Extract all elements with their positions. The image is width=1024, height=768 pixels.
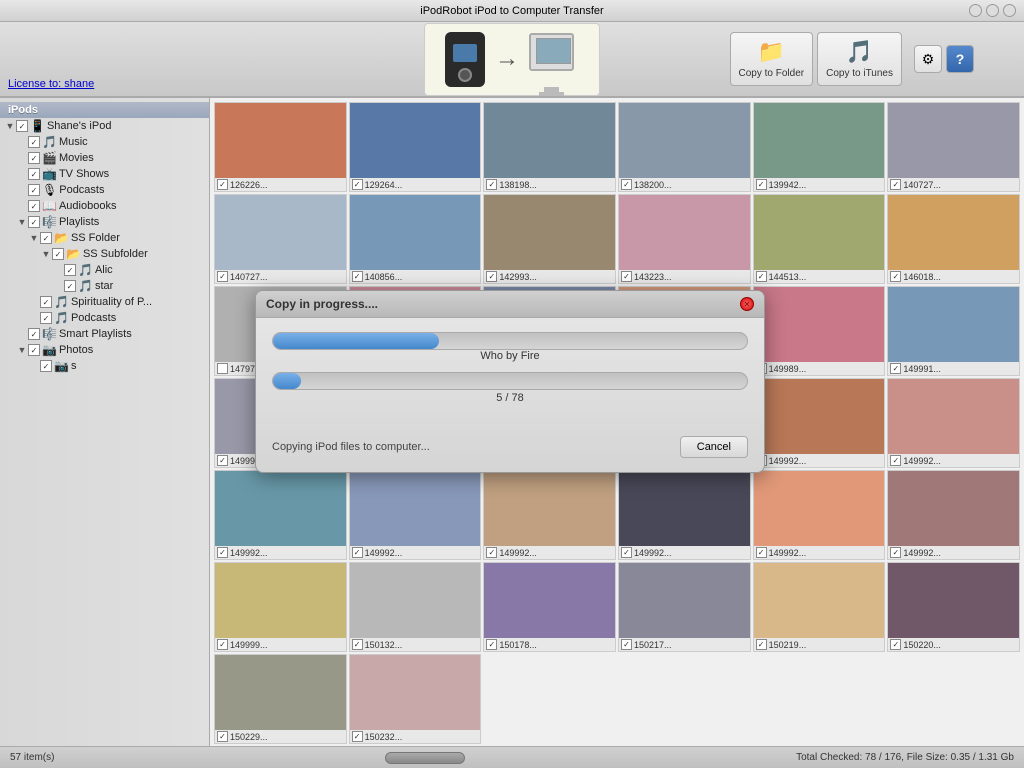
copy-progress-dialog: Copy in progress.... ✕ Who by Fire 5 / 7… <box>255 290 765 473</box>
modal-title: Copy in progress.... <box>266 297 378 311</box>
modal-overlay: Copy in progress.... ✕ Who by Fire 5 / 7… <box>0 0 1024 768</box>
cancel-button[interactable]: Cancel <box>680 436 748 458</box>
modal-title-bar: Copy in progress.... ✕ <box>256 291 764 318</box>
progress-count: 5 / 78 <box>272 392 748 404</box>
file-progress-track <box>272 332 748 350</box>
modal-footer: Copying iPod files to computer... Cancel <box>256 428 764 472</box>
total-progress-row: 5 / 78 <box>272 372 748 404</box>
total-progress-fill <box>273 373 301 389</box>
file-progress-row: Who by Fire <box>272 332 748 362</box>
copy-status-text: Copying iPod files to computer... <box>272 441 430 453</box>
total-progress-track <box>272 372 748 390</box>
current-file-label: Who by Fire <box>272 350 748 362</box>
modal-body: Who by Fire 5 / 78 <box>256 318 764 428</box>
file-progress-fill <box>273 333 439 349</box>
modal-close-button[interactable]: ✕ <box>740 297 754 311</box>
